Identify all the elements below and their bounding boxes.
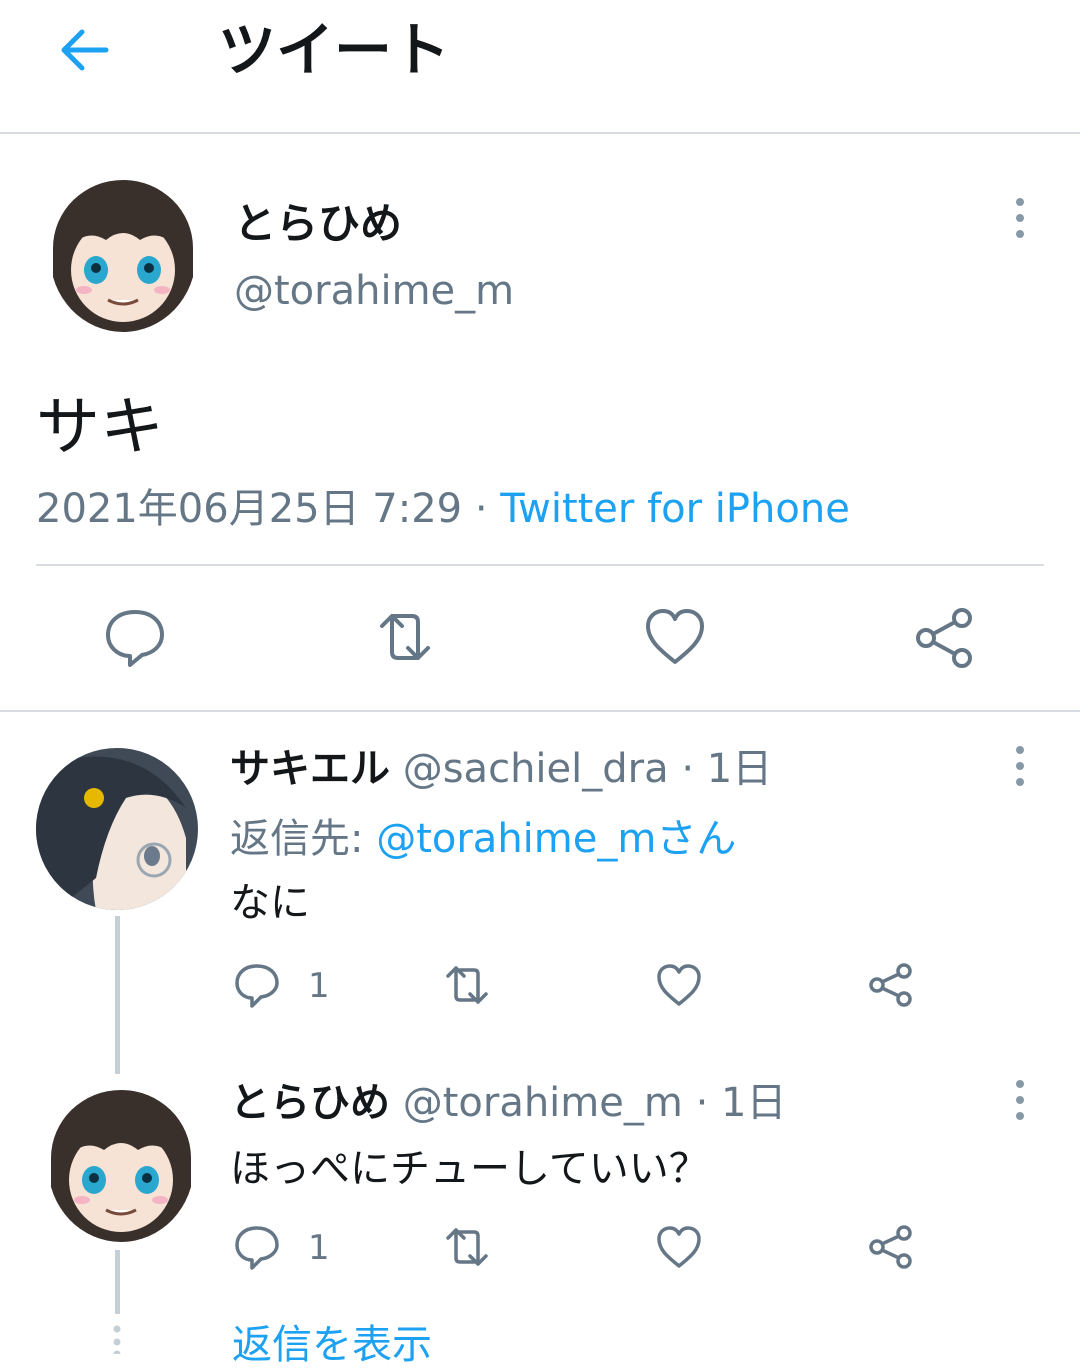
meta-separator: ·	[474, 486, 488, 532]
thread-line	[115, 1250, 120, 1314]
retweet-button[interactable]	[370, 602, 440, 672]
reply-to-label: 返信先:	[230, 816, 377, 862]
reply-author-name[interactable]: とらひめ	[230, 1080, 390, 1126]
tweet-timestamp: 2021年06月25日 7:29	[36, 486, 463, 532]
reply-separator: ·	[681, 746, 695, 792]
tweet-text: サキ	[36, 391, 164, 465]
reply-text: なに	[230, 880, 310, 926]
heart-icon	[646, 609, 704, 664]
reply-author-name[interactable]: サキエル	[230, 746, 390, 792]
avatar[interactable]	[48, 1088, 194, 1242]
reply-count: 1	[308, 1228, 330, 1268]
comment-icon	[106, 610, 164, 667]
page-title: ツイート	[218, 16, 451, 84]
reply-age: 1日	[706, 746, 773, 792]
avatar[interactable]	[36, 748, 198, 910]
avatar[interactable]	[50, 178, 196, 332]
more-vertical-icon[interactable]	[1010, 744, 1030, 788]
reply-button[interactable]	[232, 1222, 282, 1272]
reply-header: サキエル @sachiel_dra · 1日	[230, 744, 772, 794]
reply-author-handle[interactable]: @sachiel_dra	[403, 746, 669, 792]
thread-more-icon	[113, 1325, 121, 1354]
share-button[interactable]	[910, 602, 980, 672]
like-button[interactable]	[654, 960, 704, 1010]
share-icon	[869, 963, 912, 1007]
reply-count: 1	[308, 966, 330, 1006]
more-vertical-icon[interactable]	[1010, 196, 1030, 240]
reply-separator: ·	[695, 1080, 709, 1126]
author-name[interactable]: とらひめ	[234, 190, 402, 251]
more-vertical-icon[interactable]	[1010, 1078, 1030, 1122]
retweet-button[interactable]	[442, 1222, 492, 1272]
comment-icon	[235, 1226, 279, 1270]
heart-icon	[657, 964, 701, 1006]
divider	[0, 710, 1080, 712]
reply-age: 1日	[721, 1080, 787, 1126]
share-icon	[916, 608, 972, 668]
share-button[interactable]	[866, 960, 916, 1010]
like-button[interactable]	[640, 602, 710, 672]
reply-to: 返信先: @torahime_mさん	[230, 806, 736, 864]
tweet-source-link[interactable]: Twitter for iPhone	[500, 486, 850, 532]
header-bar: ツイート	[0, 0, 1080, 134]
heart-icon	[657, 1226, 701, 1268]
show-replies-link[interactable]: 返信を表示	[232, 1312, 432, 1370]
reply-button[interactable]	[232, 960, 282, 1010]
like-button[interactable]	[654, 1222, 704, 1272]
retweet-icon	[446, 1228, 488, 1266]
retweet-icon	[446, 966, 488, 1004]
divider	[36, 564, 1044, 566]
author-handle[interactable]: @torahime_m	[234, 268, 514, 314]
share-icon	[869, 1225, 912, 1269]
retweet-button[interactable]	[442, 960, 492, 1010]
arrow-left-icon[interactable]	[56, 22, 112, 78]
reply-header: とらひめ @torahime_m · 1日	[230, 1078, 786, 1128]
retweet-icon	[380, 614, 430, 660]
tweet-meta: 2021年06月25日 7:29 · Twitter for iPhone	[36, 476, 850, 534]
reply-text: ほっぺにチューしていい？	[230, 1146, 709, 1192]
share-button[interactable]	[866, 1222, 916, 1272]
thread-line	[115, 916, 120, 1074]
reply-to-mention[interactable]: @torahime_mさん	[376, 816, 736, 862]
reply-button[interactable]	[100, 602, 170, 672]
comment-icon	[235, 964, 279, 1008]
reply-author-handle[interactable]: @torahime_m	[403, 1080, 683, 1126]
